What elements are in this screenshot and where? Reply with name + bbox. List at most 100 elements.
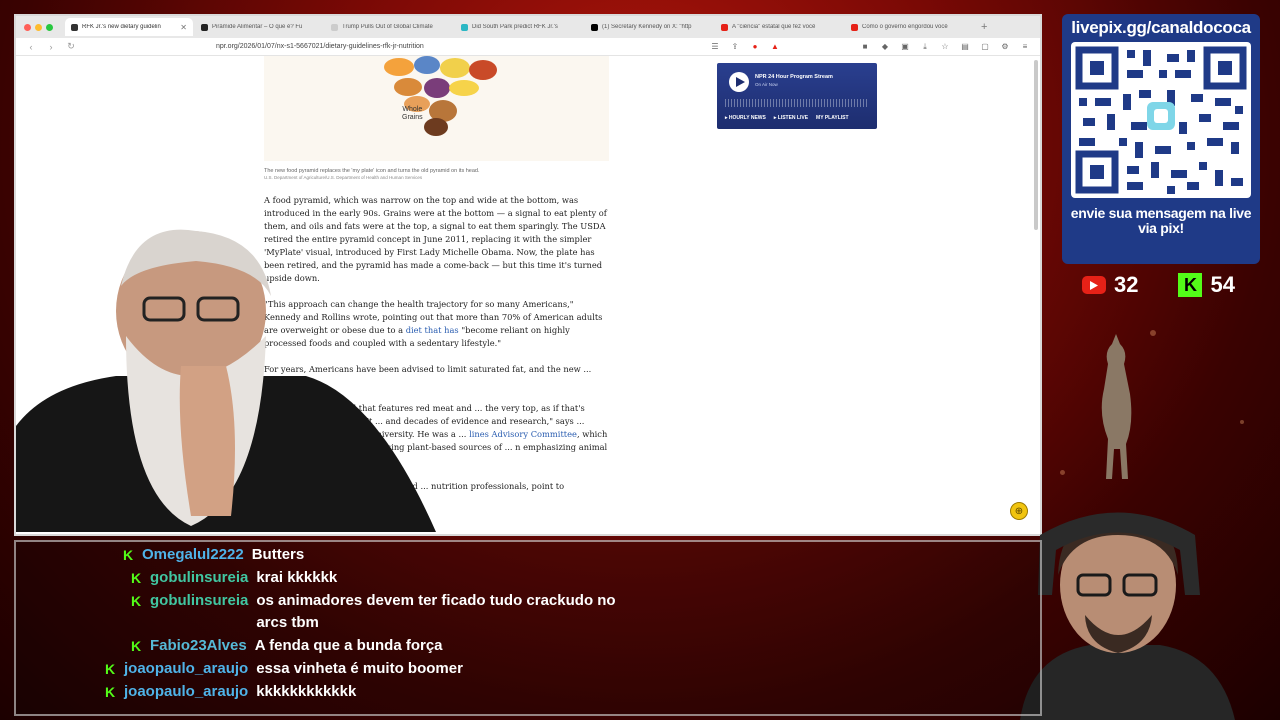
new-tab-button[interactable]: + [981,21,987,33]
kick-badge-icon: K [122,547,134,563]
window-controls [24,23,53,31]
pix-message: envie sua mensagem na live via pix! [1070,205,1252,236]
close-tab-icon[interactable]: ✕ [180,23,187,32]
chat-message: K gobulinsureia krai kkkkkk [130,567,636,589]
chat-message: K gobulinsureia os animadores devem ter … [130,590,636,634]
chat-text: Butters [251,546,305,563]
audio-wave [725,99,869,107]
chat-text: krai kkkkkk [256,569,338,586]
forward-icon[interactable]: › [46,42,56,52]
player-subtitle: On Air Now [755,82,778,87]
chat-text: os animadores devem ter ficado tudo crac… [256,592,616,631]
listen-live-link[interactable]: ▸ LISTEN LIVE [774,115,808,121]
youtube-counter: 32 [1082,272,1138,298]
tab-title: (1) Secretary Kennedy on X: "http [602,24,692,30]
viewer-counters: 32 K 54 [1082,272,1235,298]
sidebar-icon[interactable]: ▤ [960,42,970,51]
chat-text: A fenda que a bunda força [254,637,443,654]
tab-bar: RFK Jr.'s new dietary guidelin ✕ Pirâmid… [16,16,1040,38]
tab-south-park[interactable]: Did South Park predict RFK Jr.'s [455,18,583,36]
youtube-icon [1082,276,1106,294]
tab-governo[interactable]: Como o governo engordou você [845,18,973,36]
menu-icon[interactable]: ≡ [1020,42,1030,51]
youtube-favicon-icon [851,23,858,31]
tab-x-kennedy[interactable]: (1) Secretary Kennedy on X: "http [585,18,713,36]
fox-figure [1101,334,1132,479]
pix-panel: livepix.gg/canaldococa envie sua mensage… [1062,14,1260,264]
settings-icon[interactable]: ⚙ [1000,42,1010,51]
url-field[interactable]: npr.org/2026/01/07/nx-s1-5667021/dietary… [86,43,700,50]
download-icon[interactable]: ⤓ [920,42,930,52]
play-icon [735,77,745,87]
puzzle-icon[interactable]: ◆ [880,42,890,51]
site-favicon-icon [331,23,338,31]
tab-climate[interactable]: Trump Pulls Out of Global Climate [325,18,453,36]
reload-icon[interactable]: ↻ [66,41,76,52]
bookmark-icon[interactable]: ☆ [940,42,950,51]
screenshot-icon[interactable]: ▣ [900,42,910,51]
chat-username[interactable]: joaopaulo_araujo [124,658,248,680]
shield-icon[interactable]: ● [750,42,760,51]
pix-url: livepix.gg/canaldococa [1071,18,1251,37]
kick-badge-icon: K [130,638,142,654]
kick-badge-icon: K [104,684,116,700]
qr-code[interactable] [1071,42,1251,198]
player-title: NPR 24 Hour Program Stream [755,74,833,80]
chat-message: K joaopaulo_araujo kkkkkkkkkkkk [104,681,636,703]
tab-title: Pirâmide Alimentar – O que é? Fu [212,24,303,30]
kick-viewer-count: 54 [1210,272,1235,297]
address-bar: ‹ › ↻ npr.org/2026/01/07/nx-s1-5667021/d… [16,38,1040,56]
chat-message: K joaopaulo_araujo essa vinheta é muito … [104,658,636,680]
my-playlist-link[interactable]: MY PLAYLIST [816,115,849,121]
food-pyramid-image: Whole Grains [264,56,609,161]
play-button[interactable] [729,72,749,92]
chat-username[interactable]: Fabio23Alves [150,635,247,657]
youtube-favicon-icon [721,23,728,31]
hourly-news-link[interactable]: ▸ HOURLY NEWS [725,115,766,121]
npr-favicon-icon [71,23,78,31]
bg-spark [1060,470,1065,475]
player-links: ▸ HOURLY NEWS ▸ LISTEN LIVE MY PLAYLIST [725,115,849,121]
page-scrollbar[interactable] [1034,60,1038,230]
tab-title: Como o governo engordou você [862,24,948,30]
minimize-window-button[interactable] [35,23,42,31]
tab-title: Did South Park predict RFK Jr.'s [472,24,558,30]
qr-code-graphic [1075,46,1247,194]
close-window-button[interactable] [24,23,31,31]
chat-username[interactable]: Omegalul2222 [142,544,244,566]
stream-chat: K Omegalul2222 Butters K gobulinsureia k… [14,540,1042,716]
tab-npr[interactable]: RFK Jr.'s new dietary guidelin ✕ [65,18,193,36]
site-favicon-icon [461,23,468,31]
site-favicon-icon [201,23,208,31]
host-webcam [16,229,436,532]
share-icon[interactable]: ⇪ [730,42,740,51]
advisory-committee-link[interactable]: lines Advisory Committee [469,429,577,439]
kick-counter: K 54 [1178,272,1235,298]
chat-username[interactable]: gobulinsureia [150,590,248,612]
extension-icon[interactable]: ■ [860,42,870,51]
tab-title: A "ciência" estatal que fez você [732,24,816,30]
bg-spark [1150,330,1156,336]
chat-text: kkkkkkkkkkkk [256,683,357,700]
warning-icon[interactable]: ▲ [770,42,780,51]
chat-message: K Omegalul2222 Butters [122,544,632,566]
reader-icon[interactable]: ☰ [710,42,720,51]
maximize-window-button[interactable] [46,23,53,31]
kick-badge-icon: K [130,593,142,609]
back-icon[interactable]: ‹ [26,42,36,52]
chat-text: essa vinheta é muito boomer [256,660,463,677]
kick-badge-icon: K [130,570,142,586]
chat-username[interactable]: gobulinsureia [150,567,248,589]
youtube-viewer-count: 32 [1114,272,1139,297]
wallet-icon[interactable]: ▢ [980,42,990,51]
image-caption: The new food pyramid replaces the 'my pl… [264,168,480,174]
tab-piramide[interactable]: Pirâmide Alimentar – O que é? Fu [195,18,323,36]
whole-grains-label: Whole Grains [402,106,423,121]
chat-username[interactable]: joaopaulo_araujo [124,681,248,703]
npr-live-player: NPR 24 Hour Program Stream On Air Now ▸ … [717,63,877,129]
image-credit: U.S. Department of Agriculture/U.S. Depa… [264,175,423,180]
chat-message: K Fabio23Alves A fenda que a bunda força [130,635,635,657]
kick-badge-icon: K [104,661,116,677]
tab-ciencia[interactable]: A "ciência" estatal que fez você [715,18,843,36]
bg-spark [1240,420,1244,424]
